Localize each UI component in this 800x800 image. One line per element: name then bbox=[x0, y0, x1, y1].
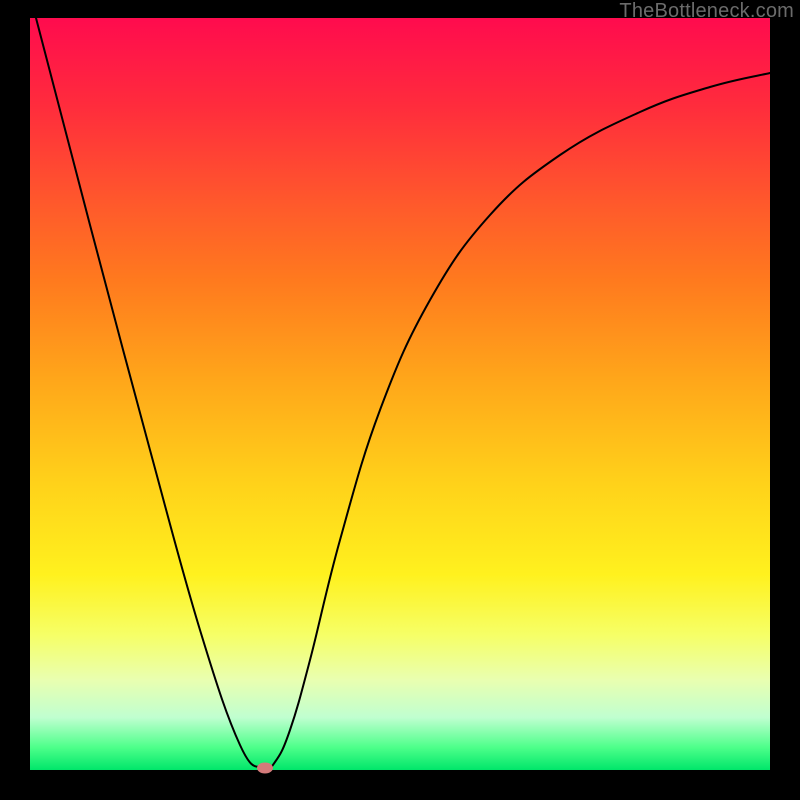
chart-frame: TheBottleneck.com bbox=[0, 0, 800, 800]
min-point-marker bbox=[257, 763, 273, 774]
curve-svg bbox=[30, 18, 770, 770]
bottleneck-curve bbox=[36, 18, 770, 770]
plot-area bbox=[30, 18, 770, 770]
watermark-text: TheBottleneck.com bbox=[619, 0, 794, 23]
